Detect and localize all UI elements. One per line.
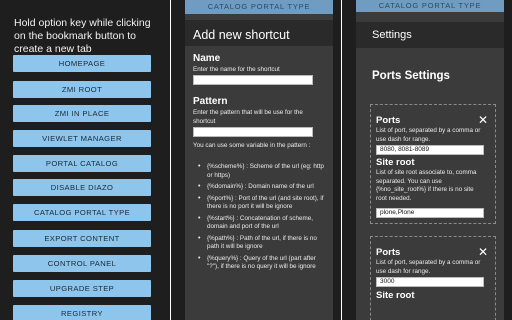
portal-catalog-button[interactable]: PORTAL CATALOG: [13, 155, 151, 172]
instruction-text: Hold option key while clicking on the bo…: [14, 17, 151, 55]
pattern-input[interactable]: [193, 127, 313, 137]
dialog-title: Add new shortcut: [185, 20, 333, 46]
name-input[interactable]: [193, 75, 313, 85]
list-item: {%path%} : Path of the url, if there is …: [193, 235, 327, 252]
ports-label: Ports: [376, 247, 401, 258]
site-root-label: Site root: [376, 157, 415, 168]
viewlet-manager-button[interactable]: VIEWLET MANAGER: [13, 130, 151, 147]
site-root-label: Site root: [376, 290, 415, 301]
close-icon[interactable]: ✕: [478, 114, 488, 126]
pattern-label: Pattern: [193, 96, 228, 107]
ports-input[interactable]: 8080, 8081-8089: [376, 145, 484, 155]
control-panel-button[interactable]: CONTROL PANEL: [13, 255, 151, 272]
site-root-help-text: List of site root associate to, comma se…: [376, 169, 477, 202]
list-item: {%scheme%} : Scheme of the url (eg: http…: [193, 163, 327, 180]
registry-button[interactable]: REGISTRY: [13, 305, 151, 320]
ports-help-text: List of port, separated by a comma or us…: [376, 127, 481, 143]
list-item: {%query%} : Query of the url (part after…: [193, 255, 327, 272]
ports-input[interactable]: 3000: [376, 277, 484, 287]
upgrade-step-button[interactable]: UPGRADE STEP: [13, 280, 151, 297]
variables-intro: You can use some variable in the pattern…: [193, 142, 311, 149]
name-label: Name: [193, 53, 221, 64]
settings-title: Settings: [356, 22, 504, 48]
zmi-in-place-button[interactable]: ZMI IN PLACE: [13, 105, 151, 122]
homepage-button[interactable]: HOMEPAGE: [13, 55, 151, 72]
list-item: {%domain%} : Domain name of the url: [193, 183, 327, 192]
ports-settings-title: Ports Settings: [372, 70, 450, 82]
name-help-text: Enter the name for the shortcut: [193, 66, 280, 73]
pattern-help-text: Enter the pattern that will be use for t…: [193, 109, 303, 125]
settings-panel: CATALOG PORTAL TYPE Settings Ports Setti…: [342, 0, 512, 320]
ports-help-text: List of port, separated by a comma or us…: [376, 259, 481, 275]
list-item: {%start%} : Concatenation of scheme, dom…: [193, 215, 327, 232]
background-top-bar: CATALOG PORTAL TYPE: [185, 0, 333, 14]
ports-label: Ports: [376, 115, 401, 126]
disable-diazo-button[interactable]: DISABLE DIAZO: [13, 179, 151, 196]
variables-list: {%scheme%} : Scheme of the url (eg: http…: [193, 163, 327, 275]
top-bar-label: CATALOG PORTAL TYPE: [378, 1, 482, 10]
bookmarks-panel: Hold option key while clicking on the bo…: [0, 0, 170, 320]
top-bar-label: CATALOG PORTAL TYPE: [207, 2, 311, 11]
add-shortcut-panel: CATALOG PORTAL TYPE Add new shortcut Nam…: [171, 0, 341, 320]
zmi-root-button[interactable]: ZMI ROOT: [13, 81, 151, 98]
background-top-bar: CATALOG PORTAL TYPE: [356, 0, 504, 12]
export-content-button[interactable]: EXPORT CONTENT: [13, 230, 151, 247]
list-item: {%port%} : Port of the url (and site roo…: [193, 195, 327, 212]
site-root-input[interactable]: plone,Plone: [376, 208, 484, 218]
catalog-portal-type-button[interactable]: CATALOG PORTAL TYPE: [13, 204, 151, 221]
close-icon[interactable]: ✕: [478, 246, 488, 258]
